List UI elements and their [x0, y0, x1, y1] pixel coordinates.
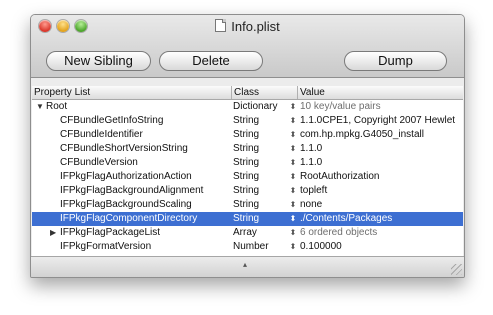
table-row[interactable]: CFBundleGetInfoString String ⬍ 1.1.0CPE1, C… [32, 114, 463, 128]
stepper-icon[interactable]: ⬍ [288, 240, 298, 254]
row-value[interactable]: 1.1.0 [300, 142, 460, 156]
stepper-icon[interactable]: ⬍ [288, 226, 298, 240]
stepper-icon[interactable]: ⬍ [288, 128, 298, 142]
status-bar: ▴ [31, 256, 464, 277]
row-key-label: IFPkgFlagBackgroundAlignment [60, 185, 204, 196]
delete-button[interactable]: Delete [159, 51, 263, 71]
window-title-text: Info.plist [231, 19, 280, 34]
row-key[interactable]: IFPkgFormatVersion [32, 240, 230, 254]
table-row[interactable]: ▼ Root Dictionary ⬍ 10 key/value pairs [32, 100, 463, 114]
row-key-label: CFBundleIdentifier [60, 129, 143, 140]
table-header: Property List Class Value [32, 86, 463, 100]
row-value[interactable]: RootAuthorization [300, 170, 460, 184]
table-row[interactable]: IFPkgFlagBackgroundScaling String ⬍ none [32, 198, 463, 212]
new-sibling-button[interactable]: New Sibling [46, 51, 151, 71]
table-row[interactable]: IFPkgFlagComponentDirectory String ⬍ ./Cont… [32, 212, 463, 226]
row-key[interactable]: CFBundleVersion [32, 156, 230, 170]
row-class[interactable]: String [233, 212, 287, 226]
row-key[interactable]: IFPkgFlagAuthorizationAction [32, 170, 230, 184]
row-class[interactable]: String [233, 114, 287, 128]
disclosure-open-icon[interactable]: ▼ [36, 100, 44, 114]
row-key[interactable]: ▶ IFPkgFlagPackageList [32, 226, 230, 240]
table-row[interactable]: CFBundleShortVersionString String ⬍ 1.1.0 [32, 142, 463, 156]
stepper-icon[interactable]: ⬍ [288, 114, 298, 128]
row-key-label: IFPkgFormatVersion [60, 241, 152, 252]
scroll-indicator-icon[interactable]: ▴ [243, 260, 247, 269]
row-class[interactable]: String [233, 198, 287, 212]
table-row[interactable]: CFBundleIdentifier String ⬍ com.hp.mpkg.G40… [32, 128, 463, 142]
row-value[interactable]: ./Contents/Packages [300, 212, 460, 226]
row-value[interactable]: 6 ordered objects [300, 226, 460, 240]
row-class[interactable]: String [233, 170, 287, 184]
resize-grip-icon[interactable] [451, 264, 462, 275]
row-value[interactable]: 1.1.0CPE1, Copyright 2007 Hewlet [300, 114, 460, 128]
column-header-property-list[interactable]: Property List [32, 86, 232, 99]
row-value[interactable]: 10 key/value pairs [300, 100, 460, 114]
document-icon [215, 19, 227, 32]
row-class[interactable]: String [233, 156, 287, 170]
row-class[interactable]: Number [233, 240, 287, 254]
disclosure-closed-icon[interactable]: ▶ [50, 226, 56, 240]
row-class[interactable]: Array [233, 226, 287, 240]
row-class[interactable]: String [233, 184, 287, 198]
row-key[interactable]: IFPkgFlagComponentDirectory [32, 212, 230, 226]
plist-editor-window: Info.plist New Sibling Delete Dump Prope… [30, 14, 465, 278]
table-row[interactable]: IFPkgFormatVersion Number ⬍ 0.100000 [32, 240, 463, 254]
row-key[interactable]: CFBundleIdentifier [32, 128, 230, 142]
row-class[interactable]: String [233, 128, 287, 142]
stepper-icon[interactable]: ⬍ [288, 170, 298, 184]
column-header-value[interactable]: Value [298, 86, 462, 99]
row-value[interactable]: com.hp.mpkg.G4050_install [300, 128, 460, 142]
stepper-icon[interactable]: ⬍ [288, 212, 298, 226]
stepper-icon[interactable]: ⬍ [288, 100, 298, 114]
column-header-class[interactable]: Class [232, 86, 298, 99]
row-value[interactable]: topleft [300, 184, 460, 198]
row-key-label: CFBundleGetInfoString [60, 115, 164, 126]
row-class[interactable]: String [233, 142, 287, 156]
stepper-icon[interactable]: ⬍ [288, 184, 298, 198]
table-row[interactable]: IFPkgFlagBackgroundAlignment String ⬍ tople… [32, 184, 463, 198]
row-value[interactable]: 1.1.0 [300, 156, 460, 170]
row-class[interactable]: Dictionary [233, 100, 287, 114]
table-row[interactable]: CFBundleVersion String ⬍ 1.1.0 [32, 156, 463, 170]
stepper-icon[interactable]: ⬍ [288, 156, 298, 170]
table-row[interactable]: IFPkgFlagAuthorizationAction String ⬍ RootA… [32, 170, 463, 184]
row-value[interactable]: 0.100000 [300, 240, 460, 254]
row-key[interactable]: IFPkgFlagBackgroundScaling [32, 198, 230, 212]
row-key-label: IFPkgFlagBackgroundScaling [60, 199, 192, 210]
row-key-label: IFPkgFlagAuthorizationAction [60, 171, 192, 182]
row-key[interactable]: IFPkgFlagBackgroundAlignment [32, 184, 230, 198]
row-key[interactable]: CFBundleGetInfoString [32, 114, 230, 128]
title-bar: Info.plist New Sibling Delete Dump [31, 15, 464, 78]
table-row[interactable]: ▶ IFPkgFlagPackageList Array ⬍ 6 ordered obj… [32, 226, 463, 240]
property-list-table[interactable]: Property List Class Value ▼ Root Dictionar… [32, 86, 463, 257]
row-key-label: Root [46, 101, 68, 112]
row-key-label: IFPkgFlagPackageList [60, 227, 161, 238]
table-rows: ▼ Root Dictionary ⬍ 10 key/value pairs CFBund… [32, 100, 463, 254]
row-value[interactable]: none [300, 198, 460, 212]
window-title: Info.plist [31, 19, 464, 34]
stepper-icon[interactable]: ⬍ [288, 198, 298, 212]
row-key-label: CFBundleVersion [60, 157, 138, 168]
dump-button[interactable]: Dump [344, 51, 447, 71]
row-key[interactable]: ▼ Root [32, 100, 230, 114]
row-key-label: CFBundleShortVersionString [60, 143, 188, 154]
stepper-icon[interactable]: ⬍ [288, 142, 298, 156]
row-key-label: IFPkgFlagComponentDirectory [60, 213, 198, 224]
row-key[interactable]: CFBundleShortVersionString [32, 142, 230, 156]
